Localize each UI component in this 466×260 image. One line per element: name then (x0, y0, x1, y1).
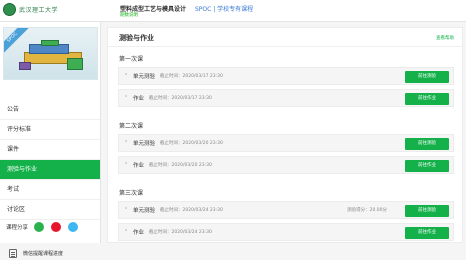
task-name: 作业 (133, 96, 145, 102)
task-row: ⌃ 单元测验 截止时间：2020/03/24 23:30 测验得分：20.00分… (118, 201, 454, 219)
expand-icon[interactable]: ⌃ (119, 140, 133, 146)
sidebar-nav: 公告 评分标准 课件 测验与作业 考试 讨论区 (0, 100, 100, 220)
task-row: ⌃ 单元测验 截止时间：2020/03/17 23:30 前往测验 (118, 67, 454, 85)
top-bar: 武汉理工大学 塑料成型工艺与模具设计 SPOC | 学校专有课程 期数说明 (0, 0, 466, 22)
task-row: ⌃ 作业 截止时间：2020/03/20 23:30 前往作业 (118, 156, 454, 174)
course-type-link[interactable]: SPOC | 学校专有课程 (195, 4, 253, 13)
expand-icon[interactable]: ⌃ (119, 162, 133, 168)
sidebar-item-exam[interactable]: 考试 (0, 180, 100, 200)
page-title: 测验与作业 (119, 34, 154, 42)
task-row: ⌃ 作业 截止时间：2020/03/24 23:30 前往作业 (118, 223, 454, 241)
sidebar-item-courseware[interactable]: 课件 (0, 140, 100, 160)
expand-icon[interactable]: ⌃ (119, 73, 133, 79)
expand-icon[interactable]: ⌃ (119, 95, 133, 101)
go-to-quiz-button[interactable]: 前往测验 (405, 71, 449, 83)
task-deadline: 截止时间：2020/03/17 23:30 (149, 96, 212, 101)
help-link[interactable]: 查看帮助 (436, 35, 454, 41)
task-deadline: 截止时间：2020/03/17 23:30 (160, 74, 223, 79)
task-deadline: 截止时间：2020/03/20 23:30 (160, 141, 223, 146)
expand-icon[interactable]: ⌃ (119, 229, 133, 235)
sidebar-item-grading[interactable]: 评分标准 (0, 120, 100, 140)
share-label: 课程分享 (6, 225, 29, 231)
sidebar-item-announcements[interactable]: 公告 (0, 100, 100, 120)
task-name: 单元测验 (133, 74, 156, 80)
go-to-quiz-button[interactable]: 前往测验 (405, 138, 449, 150)
task-deadline: 截止时间：2020/03/20 23:30 (149, 163, 212, 168)
course-cover-image: SPOC (3, 27, 98, 80)
go-to-homework-button[interactable]: 前往作业 (405, 160, 449, 172)
lesson-heading: 第二次课 (119, 123, 144, 130)
sidebar-item-forum[interactable]: 讨论区 (0, 200, 100, 220)
task-row: ⌃ 单元测验 截止时间：2020/03/20 23:30 前往测验 (118, 134, 454, 152)
course-share: 课程分享 (0, 218, 100, 236)
go-to-homework-button[interactable]: 前往作业 (405, 227, 449, 239)
qq-share-icon[interactable] (68, 222, 79, 232)
task-name: 单元测验 (133, 208, 156, 214)
weibo-share-icon[interactable] (51, 222, 62, 232)
mold-model-illustration (19, 40, 89, 72)
task-deadline: 截止时间：2020/03/24 23:30 (149, 230, 212, 235)
task-name: 作业 (133, 163, 145, 169)
go-to-homework-button[interactable]: 前往作业 (405, 93, 449, 105)
course-term-link[interactable]: 期数说明 (120, 12, 138, 18)
sidebar: SPOC 公告 评分标准 课件 测验与作业 考试 讨论区 课程分享 微信提醒课程… (0, 22, 101, 258)
task-name: 作业 (133, 230, 145, 236)
school-emblem-icon (3, 3, 16, 16)
progress-reminder-label: 微信提醒课程进度 (23, 250, 64, 257)
task-score: 测验得分：20.00分 (347, 208, 387, 213)
school-logo[interactable]: 武汉理工大学 (3, 3, 58, 16)
wechat-progress-reminder[interactable]: 微信提醒课程进度 (0, 246, 100, 260)
go-to-quiz-button[interactable]: 前往测验 (405, 205, 449, 217)
task-name: 单元测验 (133, 141, 156, 147)
document-icon (9, 248, 17, 258)
wechat-share-icon[interactable] (34, 222, 45, 232)
lesson-heading: 第三次课 (119, 190, 144, 197)
divider (108, 46, 462, 47)
sidebar-item-quizzes-homework[interactable]: 测验与作业 (0, 160, 100, 180)
main-content: 测验与作业 查看帮助 第一次课 ⌃ 单元测验 截止时间：2020/03/17 2… (107, 27, 463, 243)
expand-icon[interactable]: ⌃ (119, 207, 133, 213)
lesson-heading: 第一次课 (119, 56, 144, 63)
task-row: ⌃ 作业 截止时间：2020/03/17 23:30 前往作业 (118, 89, 454, 107)
task-deadline: 截止时间：2020/03/24 23:30 (160, 208, 223, 213)
school-name: 武汉理工大学 (19, 7, 59, 14)
